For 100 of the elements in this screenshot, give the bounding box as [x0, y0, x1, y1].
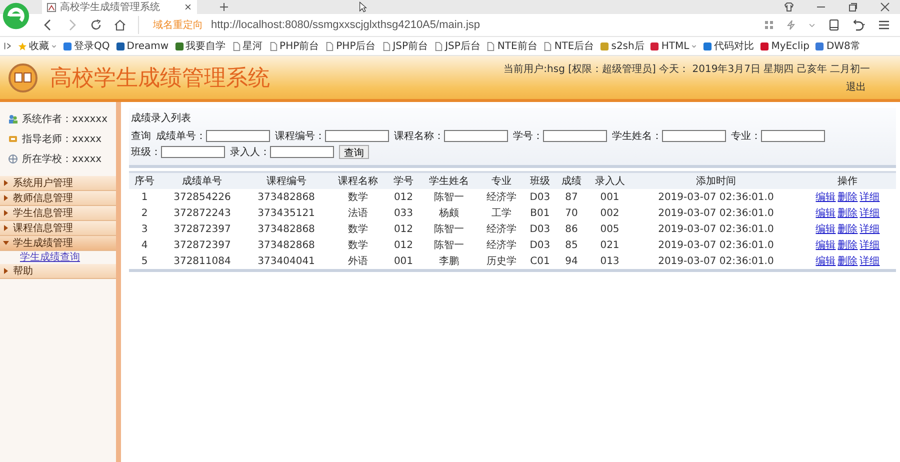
grid-icon[interactable] [764, 20, 774, 30]
input-field[interactable] [761, 130, 825, 142]
column-header: 课程名称 [328, 172, 388, 189]
sidebar-subitem[interactable]: 学生成绩查询 [0, 251, 116, 264]
menu-icon[interactable] [878, 19, 890, 31]
bookmark-item[interactable]: s2sh后 [600, 39, 644, 53]
action-link[interactable]: 编辑 [816, 240, 836, 251]
input-field[interactable] [444, 130, 508, 142]
table-cell-text: 005 [599, 222, 620, 236]
action-link[interactable]: 详细 [860, 240, 880, 251]
address-field[interactable]: 域名重定向 http://localhost:8080/ssmgxxscjglxthsg4210A5/main.jsp [138, 16, 752, 34]
tab-title: 高校学生成绩管理系统 [60, 0, 161, 14]
action-link[interactable]: 详细 [860, 208, 880, 219]
action-link[interactable]: 编辑 [816, 192, 836, 203]
input-field[interactable] [270, 146, 334, 158]
sidebar-menu-item[interactable]: 教师信息管理 [0, 191, 116, 206]
action-link[interactable]: 删除 [838, 224, 858, 235]
lightning-icon[interactable] [786, 20, 796, 30]
sidebar-menu-item[interactable]: 课程信息管理 [0, 221, 116, 236]
field-label: 班级： [131, 146, 161, 159]
action-link[interactable]: 详细 [860, 192, 880, 203]
page-icon [486, 42, 496, 50]
logout-link[interactable]: 退出 [846, 80, 866, 94]
table-cell-text: 2019-03-07 02:36:01.0 [657, 238, 775, 252]
table-cell-text: 021 [599, 238, 620, 252]
table-cell-text: 经济学 [485, 222, 518, 237]
sidebar-menu-item[interactable]: 学生成绩管理 [0, 236, 116, 251]
bookmark-item[interactable]: 登录QQ [63, 39, 110, 53]
restore-icon[interactable] [848, 2, 858, 12]
table-cell: 372811084 [160, 253, 244, 270]
browser-tab[interactable]: 高校学生成绩管理系统 [42, 0, 197, 14]
bookmark-item[interactable]: HTML [650, 40, 698, 52]
input-field[interactable] [662, 130, 726, 142]
column-header: 成绩 [556, 172, 588, 189]
action-link[interactable]: 详细 [860, 256, 880, 267]
input-field[interactable] [543, 130, 607, 142]
sidebar-menu-item[interactable]: 帮助 [0, 264, 116, 279]
column-header: 成绩单号 [160, 172, 244, 189]
close-tab-icon[interactable] [184, 3, 192, 11]
table-cell: 94 [556, 253, 588, 270]
input-field[interactable] [206, 130, 270, 142]
table-cell-text: D03 [528, 222, 552, 236]
bookmark-item[interactable]: NTE前台 [486, 39, 538, 53]
bookmark-item[interactable]: 我要自学 [174, 39, 226, 53]
page-favicon-icon [47, 2, 56, 12]
table-cell: 373482868 [244, 189, 328, 205]
caret-icon [3, 225, 9, 231]
bookmark-item[interactable]: 收藏 [18, 39, 57, 53]
table-cell-text: 373482868 [256, 222, 316, 236]
table-cell-text: 012 [392, 238, 414, 252]
user-info-text: 当前用户:hsg [权限：超级管理员] 今天： 2019年3月7日 星期四 己亥年 二月初一 [504, 62, 870, 76]
tablet-icon[interactable] [828, 19, 840, 31]
action-link[interactable]: 编辑 [816, 208, 836, 219]
undo-icon[interactable] [852, 19, 866, 31]
close-icon[interactable] [880, 2, 890, 12]
home-icon[interactable] [114, 19, 126, 31]
table-cell: D03 [524, 189, 556, 205]
action-link[interactable]: 编辑 [816, 224, 836, 235]
sidebar-menu-item[interactable]: 学生信息管理 [0, 206, 116, 221]
bookmark-item[interactable]: JSP前台 [382, 39, 428, 53]
action-link[interactable]: 删除 [838, 208, 858, 219]
bookmark-item[interactable]: PHP前台 [268, 39, 320, 53]
table-cell: 013 [587, 253, 632, 270]
bookmark-item[interactable]: 代码对比 [703, 39, 754, 53]
action-link[interactable]: 删除 [838, 240, 858, 251]
bookmark-item[interactable]: DW8常 [815, 39, 860, 53]
search-button[interactable]: 查询 [339, 145, 369, 159]
column-header: 学号 [388, 172, 420, 189]
field-label: 学生姓名： [612, 130, 662, 143]
table-cell-text: 经济学 [485, 238, 518, 253]
action-link[interactable]: 删除 [838, 192, 858, 203]
new-tab-icon[interactable] [219, 2, 229, 12]
bookmark-item[interactable]: Dreamw [116, 40, 169, 52]
input-field[interactable] [325, 130, 389, 142]
action-link[interactable]: 删除 [838, 256, 858, 267]
table-cell: 373404041 [244, 253, 328, 270]
action-link[interactable]: 编辑 [816, 256, 836, 267]
input-field[interactable] [161, 146, 225, 158]
bookmark-item[interactable]: NTE后台 [543, 39, 594, 53]
table-cell-text: 033 [392, 206, 414, 220]
url-text: http://localhost:8080/ssmgxxscjglxthsg4210A5/main.jsp [211, 19, 480, 31]
sidebar-toggle-icon[interactable] [4, 42, 12, 50]
sidebar-menu-item[interactable]: 系统用户管理 [0, 176, 116, 191]
action-link[interactable]: 详细 [860, 224, 880, 235]
bookmark-item[interactable]: JSP后台 [434, 39, 480, 53]
author-info-text: 指导老师：xxxxx [22, 132, 102, 146]
chevron-down-icon[interactable] [808, 21, 816, 29]
page-icon [268, 42, 278, 50]
mouse-cursor-icon [359, 1, 367, 13]
skin-icon[interactable] [784, 2, 794, 12]
bookmark-item[interactable]: PHP后台 [325, 39, 376, 53]
bookmark-item[interactable]: MyEclip [760, 40, 810, 52]
caret-icon [3, 240, 9, 246]
table-cell-text: 372872397 [172, 222, 232, 236]
page-icon [434, 42, 444, 50]
caret-icon [3, 210, 9, 216]
reload-icon[interactable] [90, 19, 102, 31]
chevron-down-icon [691, 43, 698, 49]
bookmark-item[interactable]: 星河 [232, 39, 263, 53]
table-cell-text: 2 [140, 206, 149, 220]
